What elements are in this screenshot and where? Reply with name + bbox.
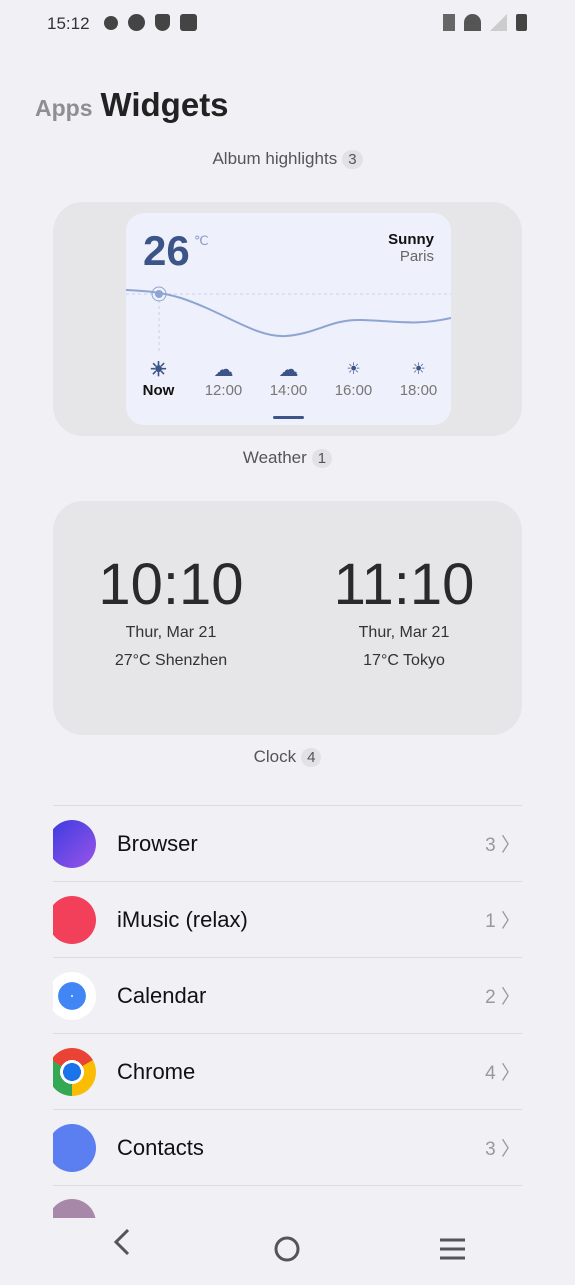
clock-tokyo: 11:10 Thur, Mar 21 17°C Tokyo (287, 551, 521, 670)
count: 2 (485, 987, 496, 1008)
clock-date: Thur, Mar 21 (125, 624, 217, 641)
browser-icon (53, 819, 96, 868)
weather-widget[interactable]: 26 ℃ Sunny Paris ☀ Now ☁ 12:00 ☁ 14:00 ☀ 16:0… (126, 213, 451, 425)
clock-time: 11:10 (333, 552, 475, 617)
weather-label[interactable]: Weather 1 (0, 448, 575, 468)
clock-weather: 17°C Tokyo (363, 652, 445, 669)
count-badge: 4 (301, 748, 322, 767)
app-name: Chrome (117, 1058, 196, 1084)
clock-shenzhen: 10:10 Thur, Mar 21 27°C Shenzhen (54, 551, 288, 670)
hour-item[interactable]: ☀ Now (126, 358, 191, 399)
app-count: 2 〉 (485, 982, 520, 1009)
clock-widget[interactable]: 10:10 Thur, Mar 21 27°C Shenzhen 11:10 Thur… (53, 501, 522, 735)
hour-label: Now (142, 382, 175, 399)
clock-weather: 27°C Shenzhen (114, 652, 228, 669)
album-highlights-label[interactable]: Album highlights 3 (0, 149, 575, 169)
hour-label: 16:00 (334, 382, 373, 399)
cloud-icon: ☁ (213, 359, 234, 381)
app-count: 1 〉 (485, 906, 520, 933)
chevron-right-icon: 〉 (500, 1063, 520, 1084)
vibrate-icon (443, 14, 455, 31)
hour-item[interactable]: ☀ 16:00 (321, 358, 386, 399)
contacts-icon (53, 1123, 96, 1172)
gear-icon (104, 16, 118, 30)
app-name: iMusic (relax) (117, 906, 248, 932)
hour-label: 12:00 (204, 382, 243, 399)
clock-time: 10:10 (98, 552, 244, 617)
chevron-right-icon: 〉 (500, 1139, 520, 1160)
sun-icon: ☀ (346, 361, 361, 378)
chrome-icon (53, 1047, 96, 1096)
sun-icon: ☀ (411, 361, 426, 378)
status-bar: 15:12 (0, 0, 575, 46)
app-row-contacts[interactable]: Contacts 3 〉 (53, 1109, 522, 1185)
group-name: Weather (242, 448, 307, 467)
app-row-calendar[interactable]: Calendar 2 〉 (53, 957, 522, 1033)
music-icon (53, 895, 96, 944)
chevron-right-icon: 〉 (500, 911, 520, 932)
navigation-bar (0, 1218, 575, 1280)
wifi-icon (464, 14, 481, 31)
app-name: Browser (117, 830, 198, 856)
hour-item[interactable]: ☀ 18:00 (386, 358, 451, 399)
app-count: 3 〉 (485, 1134, 520, 1161)
hourly-forecast: ☀ Now ☁ 12:00 ☁ 14:00 ☀ 16:00 ☀ 18:00 (126, 358, 451, 399)
hour-label: 14:00 (269, 382, 308, 399)
count: 1 (485, 911, 496, 932)
count-badge: 3 (342, 150, 363, 169)
group-name: Album highlights (212, 149, 338, 168)
bag-icon (180, 14, 197, 31)
header-tabs: Apps Widgets (35, 86, 229, 124)
app-row-browser[interactable]: Browser 3 〉 (53, 805, 522, 881)
cloud-icon: ☁ (278, 359, 299, 381)
count: 4 (485, 1063, 496, 1084)
app-count: 3 〉 (485, 830, 520, 857)
count: 3 (485, 1139, 496, 1160)
clock-label[interactable]: Clock 4 (0, 747, 575, 767)
menu-icon[interactable] (440, 1238, 465, 1260)
app-icon (53, 1199, 96, 1218)
app-count: 4 〉 (485, 1058, 520, 1085)
speedometer-icon (128, 14, 145, 31)
app-row-chrome[interactable]: Chrome 4 〉 (53, 1033, 522, 1109)
shield-check-icon (155, 14, 170, 31)
hour-item[interactable]: ☁ 14:00 (256, 358, 321, 399)
app-list: Browser 3 〉 iMusic (relax) 1 〉 Calendar 2 〉… (53, 805, 522, 1218)
hour-item[interactable]: ☁ 12:00 (191, 358, 256, 399)
home-icon[interactable] (274, 1236, 300, 1262)
sun-icon: ☀ (149, 359, 168, 381)
page-indicator (273, 416, 304, 419)
nav-icons (113, 1228, 465, 1262)
chevron-right-icon: 〉 (500, 987, 520, 1008)
app-row-partial[interactable] (53, 1185, 522, 1218)
chevron-right-icon: 〉 (500, 835, 520, 856)
tab-widgets[interactable]: Widgets (101, 86, 229, 124)
hour-label: 18:00 (399, 382, 438, 399)
battery-icon (516, 14, 527, 31)
app-name: Contacts (117, 1134, 204, 1160)
clock-date: Thur, Mar 21 (358, 624, 450, 641)
count-badge: 1 (311, 449, 333, 468)
calendar-icon (53, 971, 96, 1020)
group-name: Clock (253, 747, 297, 766)
signal-icon (490, 14, 507, 31)
app-row-imusic[interactable]: iMusic (relax) 1 〉 (53, 881, 522, 957)
app-name: Calendar (117, 982, 207, 1008)
back-icon[interactable] (113, 1228, 130, 1256)
tab-apps[interactable]: Apps (35, 95, 93, 122)
status-time: 15:12 (47, 14, 90, 33)
count: 3 (485, 835, 496, 856)
